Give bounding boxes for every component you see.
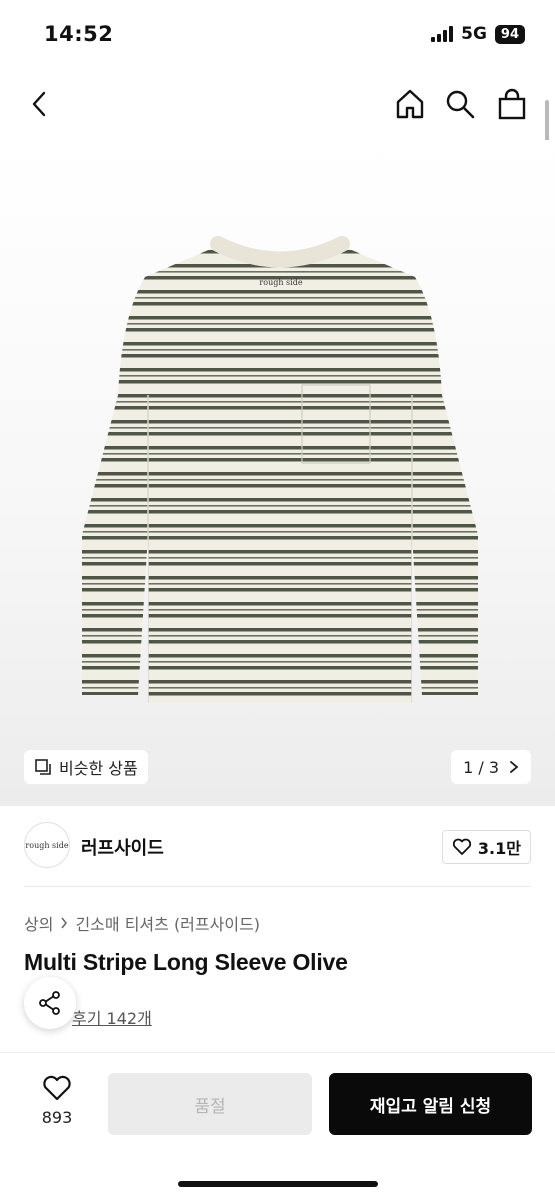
breadcrumb: 상의 긴소매 티셔츠 (러프사이드) xyxy=(24,911,260,935)
product-title: Multi Stripe Long Sleeve Olive xyxy=(24,949,348,975)
brand-like-button[interactable]: 3.1만 xyxy=(441,830,531,864)
brand-like-count: 3.1만 xyxy=(477,839,521,858)
bottom-action-bar: 893 품절 재입고 알림 신청 xyxy=(0,1052,555,1201)
status-time: 14:52 xyxy=(44,22,114,46)
share-icon xyxy=(39,991,60,1015)
chevron-right-icon xyxy=(61,917,68,929)
heart-icon xyxy=(43,1075,71,1101)
home-indicator xyxy=(178,1181,378,1187)
brand-logo-text: rough side xyxy=(25,840,69,850)
status-indicators: 5G 94 xyxy=(431,24,525,44)
signal-icon xyxy=(431,26,454,42)
chevron-left-icon xyxy=(32,91,46,117)
image-page-indicator[interactable]: 1 / 3 xyxy=(451,750,531,784)
similar-products-label: 비슷한 상품 xyxy=(59,759,138,778)
review-count-link[interactable]: 후기 142개 xyxy=(72,1005,152,1029)
breadcrumb-subcategory[interactable]: 긴소매 티셔츠 (러프사이드) xyxy=(75,911,260,935)
brand-logo[interactable]: rough side xyxy=(24,822,70,868)
shirt-label-text: rough side xyxy=(259,278,302,287)
battery-level: 94 xyxy=(494,24,525,44)
copy-icon xyxy=(35,759,51,775)
restock-alert-button[interactable]: 재입고 알림 신청 xyxy=(329,1073,532,1135)
chevron-right-icon xyxy=(510,761,519,773)
soldout-button: 품절 xyxy=(108,1073,312,1135)
search-icon xyxy=(446,90,475,119)
wishlist-count: 893 xyxy=(41,1108,73,1127)
network-type: 5G xyxy=(461,24,487,44)
similar-products-button[interactable]: 비슷한 상품 xyxy=(24,750,148,784)
top-nav xyxy=(0,80,555,130)
home-icon xyxy=(396,89,424,119)
page-indicator-text: 1 / 3 xyxy=(463,757,499,777)
breadcrumb-category[interactable]: 상의 xyxy=(24,911,53,935)
back-button[interactable] xyxy=(20,84,60,124)
product-image: rough side xyxy=(82,236,478,703)
home-button[interactable] xyxy=(390,84,430,124)
heart-icon xyxy=(452,838,472,855)
share-button[interactable] xyxy=(24,977,76,1029)
product-image-gallery[interactable]: rough side 비슷한 상품 1 / 3 xyxy=(0,140,555,806)
cart-button[interactable] xyxy=(492,84,532,124)
search-button[interactable] xyxy=(440,84,480,124)
status-bar: 14:52 5G 94 xyxy=(0,0,555,70)
brand-name[interactable]: 러프사이드 xyxy=(81,834,164,860)
brand-row: rough side 러프사이드 3.1만 xyxy=(24,822,531,870)
shopping-bag-icon xyxy=(498,88,526,120)
wishlist-button[interactable]: 893 xyxy=(36,1075,78,1127)
divider xyxy=(24,886,531,887)
